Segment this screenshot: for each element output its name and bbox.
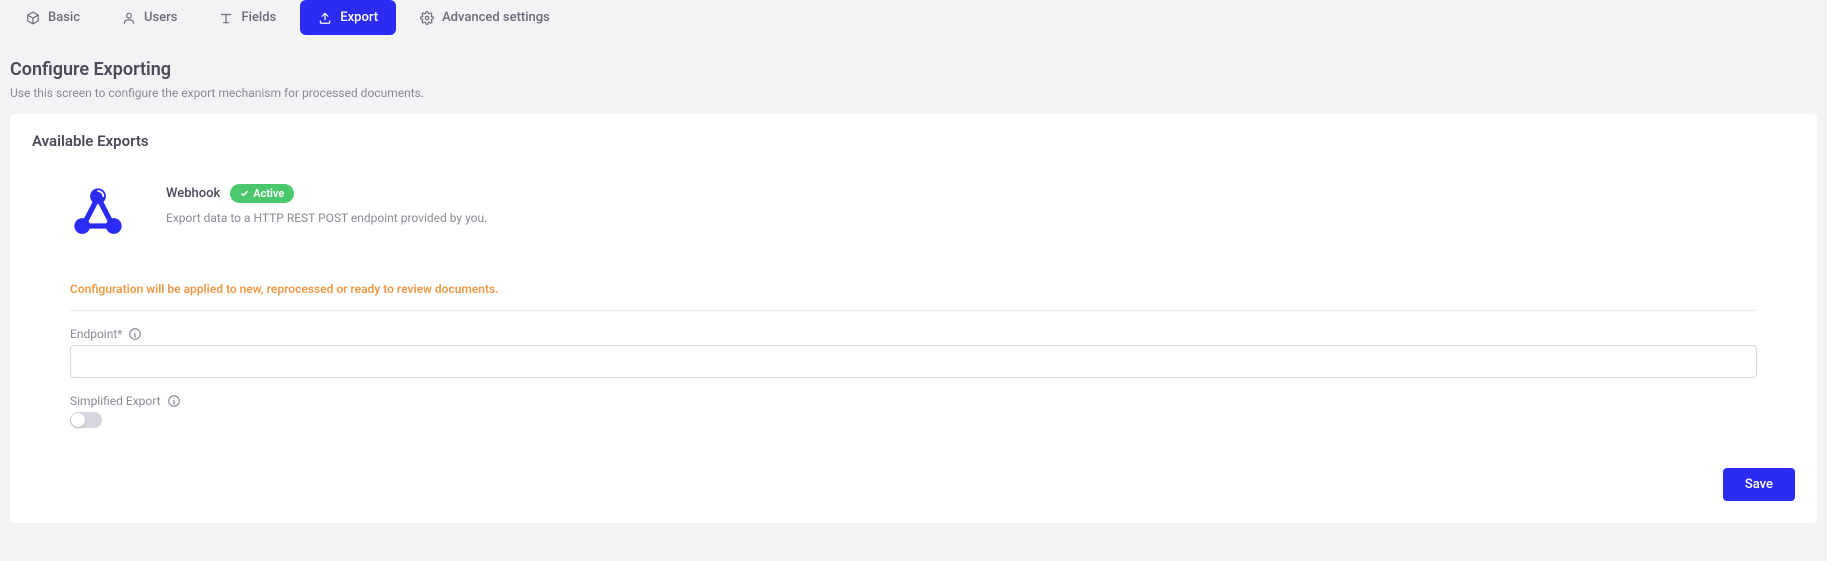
endpoint-field: Endpoint*: [70, 327, 1757, 378]
endpoint-input[interactable]: [70, 345, 1757, 378]
export-card: Available Exports Webhook Active Expo: [10, 114, 1817, 523]
info-icon[interactable]: [128, 327, 142, 341]
user-icon: [122, 11, 136, 25]
cube-icon: [26, 11, 40, 25]
divider: [70, 310, 1757, 311]
simplified-toggle[interactable]: [70, 412, 102, 428]
export-desc: Export data to a HTTP REST POST endpoint…: [166, 211, 1757, 225]
page-subtitle: Use this screen to configure the export …: [10, 86, 1817, 100]
page-title: Configure Exporting: [10, 59, 1817, 80]
tab-fields[interactable]: Fields: [201, 0, 294, 35]
status-badge: Active: [230, 184, 294, 203]
save-button[interactable]: Save: [1723, 468, 1795, 501]
tab-export[interactable]: Export: [300, 0, 396, 35]
tab-export-label: Export: [340, 10, 378, 25]
tab-basic-label: Basic: [48, 10, 80, 25]
check-icon: [240, 189, 249, 198]
tabs-nav: Basic Users Fields Export Advanced setti…: [0, 0, 1827, 35]
simplified-field: Simplified Export: [70, 394, 1757, 428]
info-icon[interactable]: [167, 394, 181, 408]
export-name: Webhook: [166, 186, 220, 201]
tab-users-label: Users: [144, 10, 177, 25]
tab-fields-label: Fields: [241, 10, 276, 25]
tab-advanced-label: Advanced settings: [442, 10, 550, 25]
endpoint-label: Endpoint*: [70, 327, 122, 341]
tab-advanced[interactable]: Advanced settings: [402, 0, 568, 35]
tab-basic[interactable]: Basic: [8, 0, 98, 35]
tab-users[interactable]: Users: [104, 0, 195, 35]
export-item-webhook[interactable]: Webhook Active Export data to a HTTP RES…: [32, 174, 1795, 264]
webhook-icon: [70, 184, 126, 244]
status-badge-label: Active: [253, 187, 284, 200]
gear-icon: [420, 11, 434, 25]
type-icon: [219, 11, 233, 25]
page-header: Configure Exporting Use this screen to c…: [0, 35, 1827, 114]
toggle-knob: [71, 413, 85, 427]
upload-icon: [318, 11, 332, 25]
config-warning: Configuration will be applied to new, re…: [70, 264, 1757, 310]
simplified-label: Simplified Export: [70, 394, 161, 408]
section-title: Available Exports: [32, 132, 1795, 150]
